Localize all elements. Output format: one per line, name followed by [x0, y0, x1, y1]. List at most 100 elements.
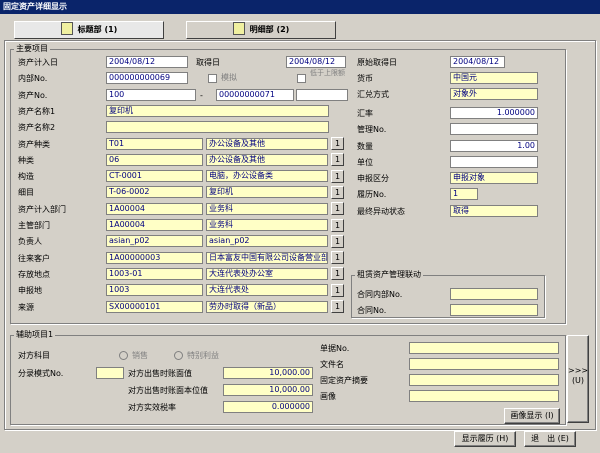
main-row-name-field: 电脑，办公设备类 — [206, 170, 328, 183]
lookup-button[interactable]: 1 — [331, 267, 344, 281]
main-right-field[interactable]: 对象外 — [450, 88, 538, 100]
sale-radio[interactable] — [119, 351, 128, 360]
lower-limit-label: 低于上限额 — [310, 69, 345, 77]
image-label: 画像 — [320, 392, 336, 401]
main-row-code-field[interactable]: 06 — [106, 153, 203, 166]
main-row-code-field[interactable]: CT-0001 — [106, 170, 203, 183]
lookup-button[interactable]: 1 — [331, 218, 344, 232]
main-row-code-field[interactable]: SX00000101 — [106, 300, 203, 313]
lookup-button[interactable]: 1 — [331, 153, 344, 167]
main-row-name-field: 大连代表处办公室 — [206, 267, 328, 280]
main-row-name-field: 劳办时取得（新品） — [206, 300, 328, 313]
main-row-label: 来源 — [18, 302, 34, 312]
main-row-label: 资产No. — [18, 90, 48, 100]
lookup-button[interactable]: 1 — [331, 234, 344, 248]
sale-book-local-value-label: 对方出售时账面本位值 — [128, 386, 208, 395]
main-right-field[interactable]: 1.000000 — [450, 107, 538, 119]
main-right-label: 货币 — [357, 74, 373, 83]
main-right-label: 单位 — [357, 158, 373, 167]
lower-limit-checkbox[interactable] — [297, 74, 306, 83]
main-row-code-field[interactable]: 复印机 — [106, 104, 329, 117]
split-mode-field[interactable] — [96, 367, 124, 379]
show-image-button[interactable]: 画像显示 (I) — [504, 408, 560, 424]
next-page-shortcut: (U) — [571, 376, 585, 385]
lookup-button[interactable]: 1 — [331, 300, 344, 313]
main-row-code-field[interactable]: 2004/08/12 — [106, 56, 188, 68]
main-right-field[interactable]: 申报对象 — [450, 172, 538, 184]
main-row-label: 内部No. — [18, 74, 48, 84]
main-right-label: 管理No. — [357, 125, 387, 134]
effective-tax-rate-label: 对方实效税率 — [128, 403, 176, 412]
special-profit-radio[interactable] — [174, 351, 183, 360]
main-row-code-field[interactable]: 1A00004 — [106, 219, 203, 231]
main-right-label: 汇率 — [357, 109, 373, 118]
main-row-label: 细目 — [18, 188, 34, 198]
main-row-label: 资产计入部门 — [18, 204, 66, 214]
counter-account-label: 对方科目 — [18, 351, 50, 360]
contract-no-field[interactable] — [450, 304, 538, 316]
main-row-label: 往来客户 — [18, 253, 50, 263]
main-right-label: 汇兑方式 — [357, 90, 389, 99]
show-history-button[interactable]: 显示履历 (H) — [454, 431, 516, 447]
main-right-field[interactable]: 2004/08/12 — [450, 56, 505, 68]
file-name-field[interactable] — [409, 358, 559, 370]
main-row-code-field[interactable]: T01 — [106, 137, 203, 150]
next-page-arrow: >>> — [568, 366, 589, 375]
aux-items-group-label: 辅助项目1 — [14, 330, 56, 340]
image-field[interactable] — [409, 390, 559, 402]
main-row-code-field[interactable]: asian_p02 — [106, 235, 203, 248]
exit-button[interactable]: 退 出 (E) — [524, 431, 576, 447]
sale-book-local-value-field[interactable]: 10,000.00 — [223, 384, 313, 396]
main-right-field[interactable] — [450, 123, 538, 135]
window-title: 固定资产详细显示 — [0, 0, 600, 14]
main-row-code-field[interactable]: 1A00004 — [106, 202, 203, 215]
main-row-code-field[interactable]: 1003 — [106, 284, 203, 297]
special-profit-radio-label: 特别利益 — [187, 351, 219, 360]
main-right-field[interactable]: 中国元 — [450, 72, 538, 84]
main-row-label: 构造 — [18, 172, 34, 182]
asset-summary-field[interactable] — [409, 374, 559, 386]
main-right-field[interactable]: 1 — [450, 188, 478, 200]
main-row-name-field: 日本富友中国有限公司设备营业部 — [206, 251, 328, 264]
main-row-label: 资产名称1 — [18, 106, 56, 116]
asset-no-suffix-field[interactable]: 00000000071 — [216, 89, 294, 101]
tab-header[interactable]: 标题部 (1) — [14, 21, 164, 39]
sale-book-value-label: 对方出售时账面值 — [128, 369, 192, 378]
effective-tax-rate-field[interactable]: 0.000000 — [223, 401, 313, 413]
main-row-name-field: 业务科 — [206, 219, 328, 231]
main-row-name-field: 办公设备及其他 — [206, 137, 328, 150]
main-items-group-label: 主要项目 — [14, 44, 50, 54]
tab-detail[interactable]: 明细部 (2) — [186, 21, 336, 39]
main-row-code-field[interactable]: 100 — [106, 88, 196, 101]
main-row-code-field[interactable]: 000000000069 — [106, 72, 188, 85]
main-row-label: 资产名称2 — [18, 123, 56, 133]
main-row-label: 主管部门 — [18, 221, 50, 230]
main-row-code-field[interactable]: 1A00000003 — [106, 251, 203, 264]
mock-checkbox[interactable] — [208, 74, 217, 83]
asset-summary-label: 固定资产摘要 — [320, 376, 368, 385]
main-right-field[interactable]: 1.00 — [450, 140, 538, 152]
acquire-date-field[interactable]: 2004/08/12 — [286, 56, 346, 68]
main-row-code-field[interactable]: T-06-0002 — [106, 186, 203, 199]
contract-inner-no-field[interactable] — [450, 288, 538, 300]
main-right-label: 数量 — [357, 142, 373, 151]
lookup-button[interactable]: 1 — [331, 283, 344, 297]
main-right-field[interactable] — [450, 156, 538, 168]
slip-no-label: 单据No. — [320, 344, 350, 353]
lookup-button[interactable]: 1 — [331, 137, 344, 150]
asset-no-extra-field[interactable] — [296, 89, 348, 101]
sale-book-value-field[interactable]: 10,000.00 — [223, 367, 313, 379]
lookup-button[interactable]: 1 — [331, 202, 344, 216]
tab-header-label: 标题部 (1) — [77, 25, 118, 34]
lookup-button[interactable]: 1 — [331, 251, 344, 265]
slip-no-field[interactable] — [409, 342, 559, 354]
main-right-field[interactable]: 取得 — [450, 205, 538, 217]
next-page-button[interactable]: >>> (U) — [567, 335, 589, 423]
lookup-button[interactable]: 1 — [331, 169, 344, 183]
main-right-label: 最终异动状态 — [357, 207, 405, 216]
lookup-button[interactable]: 1 — [331, 185, 344, 199]
main-row-code-field[interactable] — [106, 121, 329, 134]
main-row-code-field[interactable]: 1003-01 — [106, 267, 203, 280]
mock-label: 模拟 — [221, 73, 237, 82]
split-mode-label: 分录模式No. — [18, 369, 64, 378]
